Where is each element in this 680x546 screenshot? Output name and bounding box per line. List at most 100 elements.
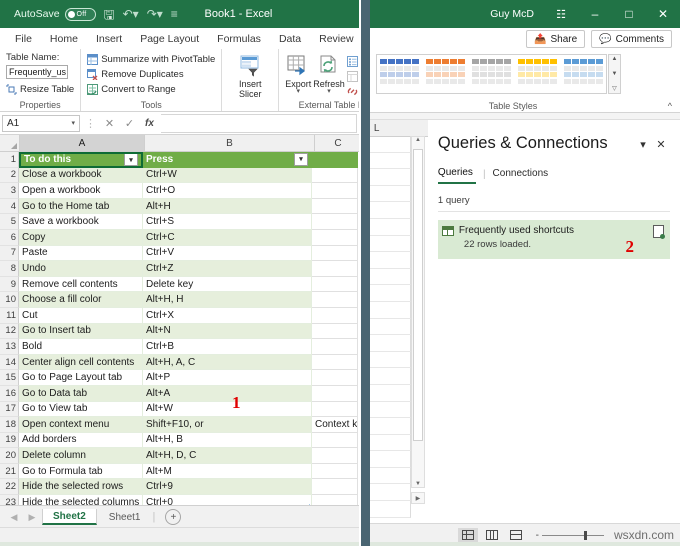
column-header-a[interactable]: A	[20, 135, 145, 151]
table-row[interactable]: 9 Remove cell contents Delete key	[0, 276, 359, 293]
row-header[interactable]: 1	[0, 152, 19, 168]
row-header[interactable]: 6	[0, 229, 19, 246]
previous-sheet-icon[interactable]: ◀	[6, 512, 22, 523]
insert-function-icon[interactable]: fx	[141, 118, 158, 129]
cell-b[interactable]: Alt+A	[143, 385, 312, 402]
row-header[interactable]: 12	[0, 323, 19, 340]
table-row[interactable]: 5 Save a workbook Ctrl+S	[0, 214, 359, 230]
cell-c[interactable]	[312, 261, 358, 277]
cell-c[interactable]	[312, 307, 358, 324]
row-header[interactable]: 13	[0, 339, 19, 355]
formula-input[interactable]	[161, 113, 357, 133]
cell-b[interactable]: Alt+H, A, C	[143, 354, 312, 371]
table-style-swatch[interactable]	[425, 58, 466, 91]
more-styles-icon[interactable]: ▽	[612, 85, 617, 92]
sheet-tab-sheet2[interactable]: Sheet2	[42, 509, 97, 525]
close-icon[interactable]: ✕	[646, 0, 680, 28]
select-all-corner[interactable]	[0, 135, 20, 151]
scroll-up-icon[interactable]: ▲	[415, 137, 421, 143]
next-sheet-icon[interactable]: ▶	[24, 512, 40, 523]
cell-b[interactable]: Ctrl+Z	[143, 261, 312, 277]
cell-a[interactable]: Undo	[19, 261, 143, 277]
table-row[interactable]: 17 Go to View tab Alt+W	[0, 401, 359, 418]
table-row[interactable]: 22 Hide the selected rows Ctrl+9	[0, 479, 359, 496]
redo-icon[interactable]: ↷▾	[147, 8, 163, 20]
tab-home[interactable]: Home	[41, 31, 87, 47]
table-row[interactable]: 20 Delete column Alt+H, D, C	[0, 448, 359, 464]
cell-c[interactable]: Context key	[312, 417, 358, 433]
cell-b[interactable]: Alt+N	[143, 323, 312, 340]
customize-qat-icon[interactable]: ≡	[171, 8, 178, 20]
share-button[interactable]: 📤 Share	[526, 30, 586, 48]
row-header[interactable]: 7	[0, 245, 19, 262]
cancel-icon[interactable]: ✕	[101, 117, 118, 130]
chevron-down-icon[interactable]: ▾	[327, 88, 331, 95]
column-header-c[interactable]: C	[315, 135, 359, 151]
cell-a[interactable]: Add borders	[19, 432, 143, 449]
cell-c[interactable]	[312, 354, 358, 371]
comments-button[interactable]: 💬 Comments	[591, 30, 672, 48]
filter-dropdown-icon[interactable]: ▾	[294, 152, 308, 166]
tab-review[interactable]: Review	[310, 31, 359, 47]
table-row[interactable]: 6 Copy Ctrl+C	[0, 229, 359, 246]
save-icon[interactable]: 🖫	[104, 8, 115, 21]
cell-c[interactable]	[312, 198, 358, 215]
cell-c[interactable]	[312, 214, 358, 230]
gallery-scrollbar[interactable]: ▲ ▼ ▽	[607, 54, 621, 94]
cell-b[interactable]: Ctrl+S	[143, 214, 312, 230]
table-row[interactable]: 15 Go to Page Layout tab Alt+P	[0, 370, 359, 386]
properties-button[interactable]: Propertie	[346, 54, 359, 69]
zoom-out-button[interactable]: -	[536, 530, 539, 541]
cell-a[interactable]: Open context menu	[19, 417, 143, 433]
cell-a[interactable]: Go to the Home tab	[19, 198, 143, 215]
tab-queries[interactable]: Queries	[437, 165, 476, 184]
cell-c[interactable]	[312, 276, 358, 293]
cell-b[interactable]: Ctrl+W	[143, 167, 312, 184]
row-header[interactable]: 19	[0, 432, 19, 449]
cell-a[interactable]: Hide the selected rows	[19, 479, 143, 496]
cell-a[interactable]: Go to Data tab	[19, 385, 143, 402]
insert-slicer-button[interactable]: Insert Slicer	[228, 52, 272, 99]
vertical-scrollbar[interactable]: ▲ ▼	[410, 136, 425, 488]
cell-a[interactable]: Cut	[19, 307, 143, 324]
restore-icon[interactable]: □	[612, 0, 646, 28]
cell-b[interactable]: Delete key	[143, 276, 312, 293]
collapse-ribbon-icon[interactable]: ^	[668, 101, 672, 111]
scroll-down-icon[interactable]: ▼	[611, 71, 617, 77]
scroll-right-icon[interactable]: ▶	[410, 492, 425, 504]
cell-c[interactable]	[312, 463, 358, 480]
table-name-input[interactable]: Frequently_us	[6, 65, 68, 79]
table-style-swatch[interactable]	[471, 58, 512, 91]
table-row[interactable]: 11 Cut Ctrl+X	[0, 307, 359, 324]
row-header[interactable]: 16	[0, 385, 19, 402]
row-header[interactable]: 9	[0, 276, 19, 293]
query-preview-icon[interactable]	[653, 225, 665, 239]
row-header[interactable]: 2	[0, 167, 19, 184]
row-header[interactable]: 11	[0, 307, 19, 324]
page-layout-view-icon[interactable]	[482, 528, 502, 543]
cell-c1[interactable]	[312, 152, 358, 168]
cell-c[interactable]	[312, 448, 358, 464]
autosave-toggle[interactable]: Off	[64, 7, 96, 21]
minimize-icon[interactable]: –	[578, 0, 612, 28]
add-sheet-icon[interactable]: +	[165, 509, 182, 525]
cell-b[interactable]: Ctrl+B	[143, 339, 312, 355]
cell-a[interactable]: Go to Insert tab	[19, 323, 143, 340]
cell-c[interactable]	[312, 323, 358, 340]
cell-a[interactable]: Close a workbook	[19, 167, 143, 184]
row-header[interactable]: 5	[0, 214, 19, 230]
row-header[interactable]: 22	[0, 479, 19, 496]
cell-b[interactable]: Ctrl+9	[143, 479, 312, 496]
cell-a[interactable]: Copy	[19, 229, 143, 246]
cell-c[interactable]	[312, 370, 358, 386]
cell-c[interactable]	[312, 292, 358, 308]
user-account-name[interactable]: Guy McD	[490, 8, 534, 20]
chevron-down-icon[interactable]: ▾	[634, 134, 652, 151]
cell-b[interactable]: Ctrl+C	[143, 229, 312, 246]
cell-b[interactable]: Alt+W	[143, 401, 312, 418]
sheet-tab-sheet1[interactable]: Sheet1	[99, 509, 151, 525]
cell-b[interactable]: Alt+H	[143, 198, 312, 215]
cell-c[interactable]	[312, 245, 358, 262]
cell-a1[interactable]: To do this ▾	[19, 152, 143, 168]
name-box[interactable]: A1 ▾	[2, 114, 80, 132]
